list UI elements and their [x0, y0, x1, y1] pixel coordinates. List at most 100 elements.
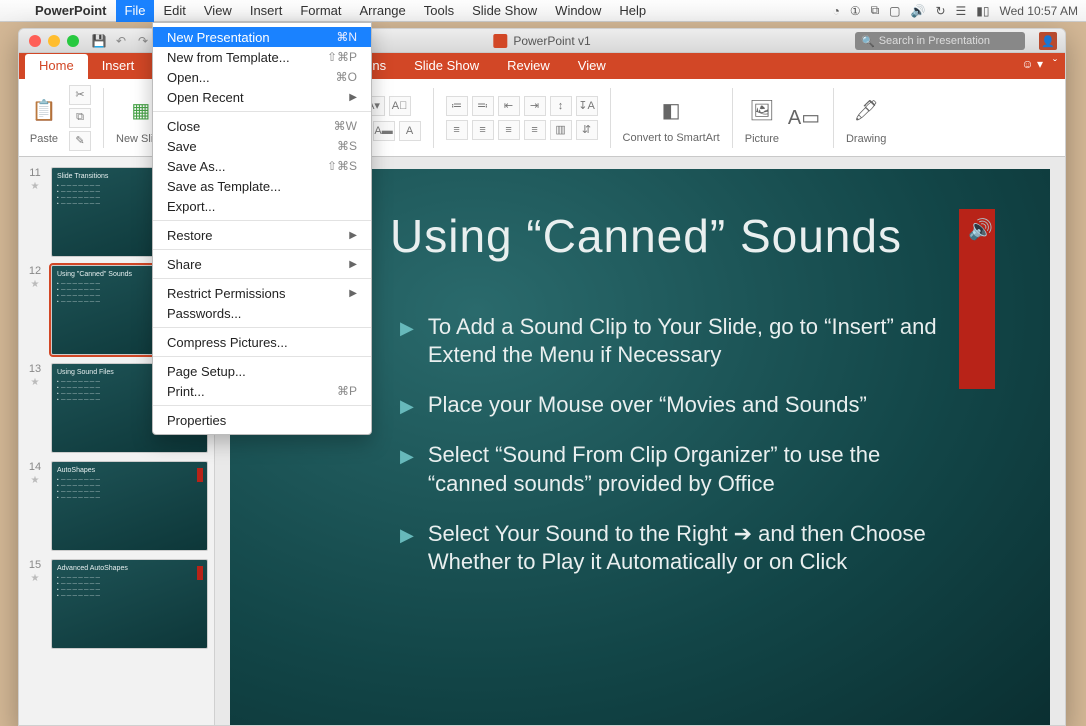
menu-item-label: Passwords...: [167, 306, 241, 321]
wifi-icon[interactable]: ☰: [956, 4, 967, 18]
file-menu-item[interactable]: Open Recent▶: [153, 87, 371, 107]
submenu-arrow-icon: ▶: [349, 288, 357, 299]
qat-redo-icon[interactable]: ↷: [135, 33, 151, 49]
thumbnail-row[interactable]: 14★AutoShapes— — — — — — —— — — — — — ——…: [19, 457, 214, 555]
slide-thumbnail[interactable]: AutoShapes— — — — — — —— — — — — — —— — …: [51, 461, 208, 551]
format-painter-icon[interactable]: ✎: [69, 131, 91, 151]
menu-slideshow[interactable]: Slide Show: [463, 0, 546, 22]
gdrive-icon[interactable]: ◔: [833, 4, 840, 18]
qat-save-icon[interactable]: 💾: [91, 33, 107, 49]
user-icon[interactable]: ①: [850, 4, 861, 18]
smartart-button[interactable]: ◧: [654, 90, 688, 130]
menu-file[interactable]: File: [116, 0, 155, 22]
slide-bullet[interactable]: ▶Select Your Sound to the Right ➔ and th…: [400, 520, 960, 576]
file-menu-item[interactable]: Save as Template...: [153, 176, 371, 196]
submenu-arrow-icon: ▶: [349, 259, 357, 270]
menu-format[interactable]: Format: [291, 0, 350, 22]
slide-thumbnail[interactable]: Advanced AutoShapes— — — — — — —— — — — …: [51, 559, 208, 649]
text-direction-icon[interactable]: ↧A: [576, 96, 598, 116]
account-button[interactable]: 👤: [1039, 32, 1057, 50]
powerpoint-icon: [493, 34, 507, 48]
line-spacing-icon[interactable]: ↕: [550, 96, 572, 116]
file-menu-dropdown: New Presentation⌘NNew from Template...⇧⌘…: [152, 22, 372, 435]
file-menu-item[interactable]: Passwords...: [153, 303, 371, 323]
picture-button[interactable]: 🖼: [745, 91, 779, 131]
display-icon[interactable]: ▢: [889, 4, 900, 18]
dropbox-icon[interactable]: ⧉: [871, 3, 880, 18]
tab-home[interactable]: Home: [25, 54, 88, 79]
menu-item-label: Properties: [167, 413, 226, 428]
file-menu-item[interactable]: Export...: [153, 196, 371, 216]
menu-tools[interactable]: Tools: [415, 0, 463, 22]
cut-icon[interactable]: ✂: [69, 85, 91, 105]
window-minimize-button[interactable]: [48, 35, 60, 47]
file-menu-item[interactable]: New from Template...⇧⌘P: [153, 47, 371, 67]
bullet-arrow-icon: ▶: [400, 317, 414, 340]
indent-dec-icon[interactable]: ⇤: [498, 96, 520, 116]
columns-icon[interactable]: ▥: [550, 120, 572, 140]
file-menu-item[interactable]: Restrict Permissions▶: [153, 283, 371, 303]
submenu-arrow-icon: ▶: [349, 92, 357, 103]
window-close-button[interactable]: [29, 35, 41, 47]
file-menu-item[interactable]: Open...⌘O: [153, 67, 371, 87]
numbering-icon[interactable]: ≕: [472, 96, 494, 116]
slide-body-text[interactable]: ▶To Add a Sound Clip to Your Slide, go t…: [400, 313, 1000, 576]
file-menu-item[interactable]: Compress Pictures...: [153, 332, 371, 352]
menu-help[interactable]: Help: [610, 0, 655, 22]
copy-icon[interactable]: ⧉: [69, 108, 91, 128]
file-menu-item[interactable]: Page Setup...: [153, 361, 371, 381]
volume-icon[interactable]: 🔊: [911, 4, 926, 18]
slide-bullet[interactable]: ▶To Add a Sound Clip to Your Slide, go t…: [400, 313, 960, 369]
menu-item-label: Save as Template...: [167, 179, 281, 194]
menu-arrange[interactable]: Arrange: [351, 0, 415, 22]
app-menu[interactable]: PowerPoint: [26, 0, 116, 22]
slide-number: 15: [29, 559, 41, 571]
qat-undo-icon[interactable]: ↶: [113, 33, 129, 49]
file-menu-item[interactable]: Save As...⇧⌘S: [153, 156, 371, 176]
file-menu-item[interactable]: Print...⌘P: [153, 381, 371, 401]
clear-format-icon[interactable]: A⃠: [389, 96, 411, 116]
font-color-icon[interactable]: A: [399, 121, 421, 141]
tab-insert[interactable]: Insert: [88, 54, 149, 79]
menu-view[interactable]: View: [195, 0, 241, 22]
align-right-icon[interactable]: ≡: [498, 120, 520, 140]
menu-edit[interactable]: Edit: [154, 0, 194, 22]
file-menu-item[interactable]: Restore▶: [153, 225, 371, 245]
file-menu-item[interactable]: Share▶: [153, 254, 371, 274]
search-in-presentation[interactable]: 🔍 Search in Presentation: [855, 32, 1025, 50]
file-menu-item[interactable]: New Presentation⌘N: [153, 27, 371, 47]
paste-button[interactable]: 📋: [27, 91, 61, 131]
menu-window[interactable]: Window: [546, 0, 610, 22]
align-center-icon[interactable]: ≡: [472, 120, 494, 140]
bullets-icon[interactable]: ≔: [446, 96, 468, 116]
file-menu-item[interactable]: Save⌘S: [153, 136, 371, 156]
slide-bullet[interactable]: ▶Select “Sound From Clip Organizer” to u…: [400, 441, 960, 497]
file-menu-item[interactable]: Properties: [153, 410, 371, 430]
ribbon-collapse-icon[interactable]: ˇ: [1053, 57, 1057, 71]
align-justify-icon[interactable]: ≡: [524, 120, 546, 140]
slide-title[interactable]: Using “Canned” Sounds: [390, 209, 1000, 263]
battery-icon[interactable]: ▮▯: [976, 4, 989, 18]
tab-slideshow[interactable]: Slide Show: [400, 54, 493, 79]
indent-inc-icon[interactable]: ⇥: [524, 96, 546, 116]
apple-menu[interactable]: [8, 0, 26, 22]
speaker-icon[interactable]: 🔊: [968, 217, 990, 239]
ribbon-options-icon[interactable]: ☺ ▾: [1021, 57, 1043, 71]
slide-bullet[interactable]: ▶Place your Mouse over “Movies and Sound…: [400, 391, 960, 419]
highlight-icon[interactable]: A▬: [373, 121, 395, 141]
menu-shortcut: ⌘S: [337, 139, 357, 153]
clock[interactable]: Wed 10:57 AM: [1000, 4, 1079, 18]
file-menu-item[interactable]: Close⌘W: [153, 116, 371, 136]
textbox-button[interactable]: A▭: [787, 98, 821, 138]
align-vert-icon[interactable]: ⇵: [576, 120, 598, 140]
search-icon: 🔍: [861, 35, 875, 48]
menu-item-label: Open...: [167, 70, 210, 85]
menu-insert[interactable]: Insert: [241, 0, 292, 22]
align-left-icon[interactable]: ≡: [446, 120, 468, 140]
thumbnail-row[interactable]: 15★Advanced AutoShapes— — — — — — —— — —…: [19, 555, 214, 653]
tab-review[interactable]: Review: [493, 54, 564, 79]
sync-icon[interactable]: ↻: [935, 4, 945, 18]
drawing-button[interactable]: 🖊: [849, 91, 883, 131]
tab-view[interactable]: View: [564, 54, 620, 79]
window-maximize-button[interactable]: [67, 35, 79, 47]
